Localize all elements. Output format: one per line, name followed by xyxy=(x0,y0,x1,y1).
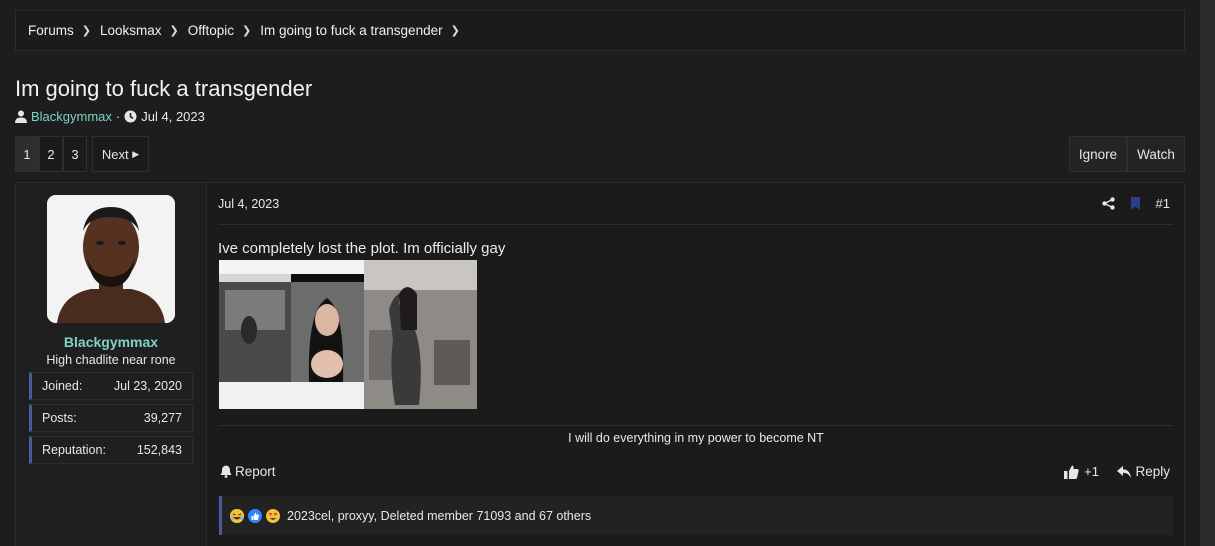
breadcrumb: Forums ❯ Looksmax ❯ Offtopic ❯ Im going to … xyxy=(15,10,1185,51)
share-icon[interactable] xyxy=(1101,197,1115,210)
post-tools: #1 xyxy=(1101,196,1170,211)
page-1-link[interactable]: 1 xyxy=(15,136,39,172)
breadcrumb-looksmax[interactable]: Looksmax ❯ xyxy=(100,23,179,38)
stat-label: Posts: xyxy=(42,411,77,425)
breadcrumb-thread[interactable]: Im going to fuck a transgender ❯ xyxy=(260,23,460,38)
thumbs-up-icon xyxy=(1064,465,1079,479)
stat-label: Reputation: xyxy=(42,443,106,457)
attached-image-graphic xyxy=(219,260,477,409)
bookmark-icon[interactable] xyxy=(1130,197,1141,210)
user-title: High chadlite near rone xyxy=(46,353,176,367)
page-3-link[interactable]: 3 xyxy=(63,136,87,172)
page-2-link[interactable]: 2 xyxy=(39,136,63,172)
post: Blackgymmax High chadlite near rone Join… xyxy=(15,182,1185,546)
stat-reputation: Reputation: 152,843 xyxy=(29,436,193,464)
post-body: Jul 4, 2023 #1 Ive completely lost the p… xyxy=(206,183,1184,546)
stat-value: 152,843 xyxy=(136,443,182,457)
reply-button[interactable]: Reply xyxy=(1117,464,1170,479)
chevron-right-icon: ❯ xyxy=(450,25,460,37)
clock-icon xyxy=(124,110,137,123)
divider xyxy=(218,224,1173,225)
reactions-bar[interactable]: 2023cel, proxyy, Deleted member 71093 an… xyxy=(219,496,1173,535)
post-message: Ive completely lost the plot. Im officia… xyxy=(218,240,506,257)
chevron-right-icon: ❯ xyxy=(242,25,252,37)
post-user-column: Blackgymmax High chadlite near rone Join… xyxy=(16,183,206,546)
heart-eyes-reaction-icon xyxy=(266,508,280,523)
stat-joined: Joined: Jul 23, 2020 xyxy=(29,372,193,400)
meta-separator: · xyxy=(115,109,121,124)
watch-button[interactable]: Watch xyxy=(1127,136,1185,172)
next-page-button[interactable]: Next ▶ xyxy=(92,136,149,172)
like-count: +1 xyxy=(1084,464,1099,479)
stat-label: Joined: xyxy=(42,379,83,393)
post-date[interactable]: Jul 4, 2023 xyxy=(218,197,279,211)
stat-value: Jul 23, 2020 xyxy=(113,379,182,393)
thread-actions: Ignore Watch xyxy=(1069,136,1185,172)
post-number-link[interactable]: #1 xyxy=(1156,196,1170,211)
report-button[interactable]: Report xyxy=(220,464,276,479)
bell-icon xyxy=(220,465,232,478)
like-reaction-icon xyxy=(248,508,262,523)
pagination: 1 2 3 Next ▶ xyxy=(15,136,149,172)
user-icon xyxy=(15,110,27,123)
caret-right-icon: ▶ xyxy=(132,148,140,159)
stat-posts: Posts: 39,277 xyxy=(29,404,193,432)
like-button[interactable]: +1 xyxy=(1064,464,1099,479)
chevron-right-icon: ❯ xyxy=(81,25,91,37)
thread-title: Im going to fuck a transgender xyxy=(15,76,313,101)
breadcrumb-forums[interactable]: Forums ❯ xyxy=(28,23,91,38)
thread-meta: Blackgymmax · Jul 4, 2023 xyxy=(15,109,205,124)
reactions-text: 2023cel, proxyy, Deleted member 71093 an… xyxy=(287,508,592,523)
avatar-portrait xyxy=(47,195,175,323)
avatar[interactable] xyxy=(47,195,175,323)
post-username[interactable]: Blackgymmax xyxy=(16,334,206,350)
thread-date: Jul 4, 2023 xyxy=(141,109,205,124)
breadcrumb-offtopic[interactable]: Offtopic ❯ xyxy=(188,23,252,38)
stat-value: 39,277 xyxy=(143,411,182,425)
ignore-button[interactable]: Ignore xyxy=(1069,136,1127,172)
signature: I will do everything in my power to beco… xyxy=(568,431,824,445)
thread-author-link[interactable]: Blackgymmax xyxy=(31,109,112,124)
page-scrollbar[interactable] xyxy=(1200,0,1215,546)
chevron-right-icon: ❯ xyxy=(169,25,179,37)
attached-image[interactable] xyxy=(219,260,477,409)
reply-arrow-icon xyxy=(1117,465,1132,478)
signature-divider xyxy=(218,425,1173,426)
laugh-reaction-icon xyxy=(230,508,244,523)
